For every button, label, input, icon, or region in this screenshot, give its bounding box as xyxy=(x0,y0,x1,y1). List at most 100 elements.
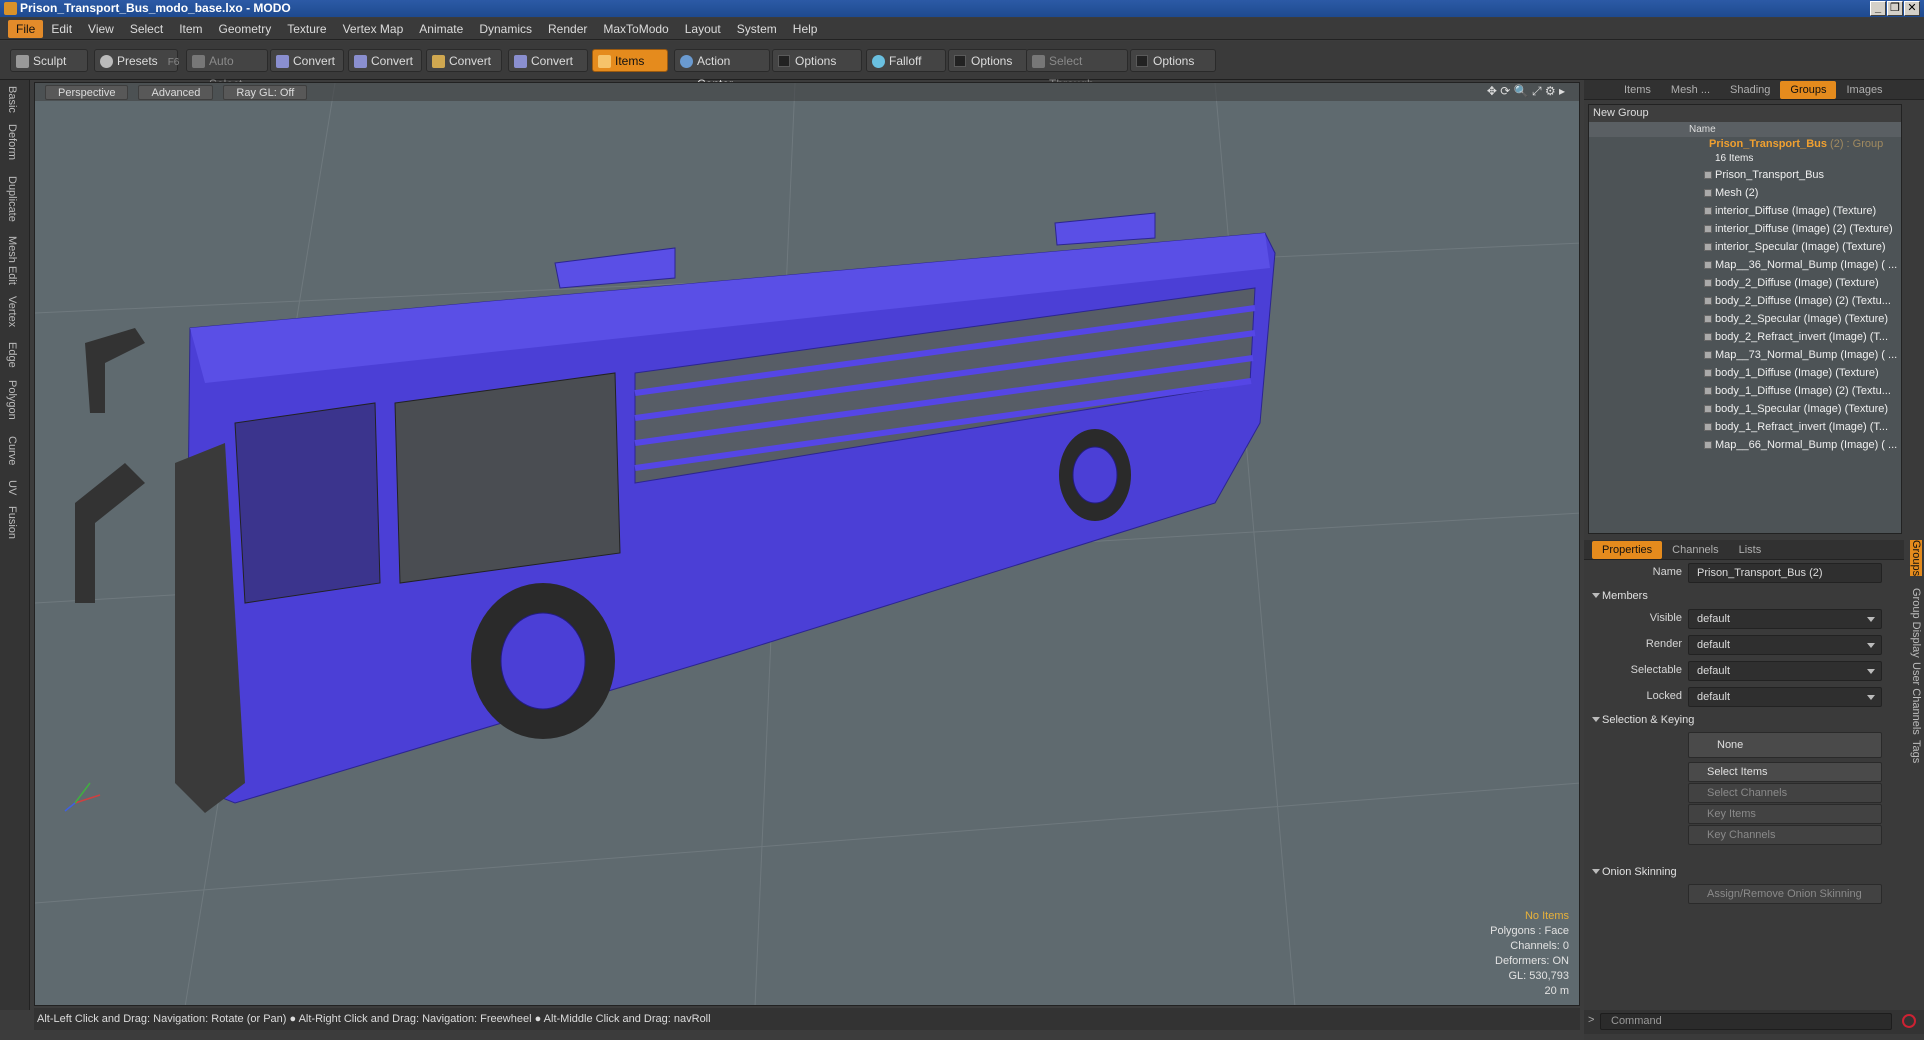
locked-dropdown[interactable]: default xyxy=(1688,687,1882,707)
tab-mesh-edit[interactable]: Mesh Edit xyxy=(6,236,18,285)
tab-vertex[interactable]: Vertex xyxy=(6,296,18,327)
tab-curve[interactable]: Curve xyxy=(6,436,18,465)
tab-images[interactable]: Images xyxy=(1836,84,1892,96)
tab-polygon[interactable]: Polygon xyxy=(6,380,18,420)
options-button-2[interactable]: Options xyxy=(948,49,1028,72)
advanced-shading-button[interactable]: Advanced xyxy=(138,84,214,100)
tree-item[interactable]: body_1_Specular (Image) (Texture) xyxy=(1589,400,1901,418)
selection-keying-section[interactable]: Selection & Keying xyxy=(1588,710,1902,730)
sculpt-button[interactable]: Sculpt xyxy=(10,49,88,72)
convert-button-3[interactable]: Convert xyxy=(426,49,502,72)
menu-file[interactable]: File xyxy=(8,19,44,38)
presets-button[interactable]: Presets F6 xyxy=(94,49,179,72)
tree-item[interactable]: interior_Diffuse (Image) (Texture) xyxy=(1589,202,1901,220)
tab-tags[interactable]: Tags xyxy=(1910,740,1922,763)
record-icon[interactable] xyxy=(1902,1014,1916,1028)
tree-item[interactable]: Prison_Transport_Bus xyxy=(1589,166,1901,184)
tab-shading[interactable]: Shading xyxy=(1720,84,1780,96)
convert-button-4[interactable]: Convert xyxy=(508,49,588,72)
menu-layout[interactable]: Layout xyxy=(677,20,729,38)
convert-button-2[interactable]: Convert xyxy=(348,49,422,72)
tab-groups-side[interactable]: Groups xyxy=(1910,540,1922,577)
tab-groups[interactable]: Groups xyxy=(1780,80,1837,99)
perspective-button[interactable]: Perspective xyxy=(45,84,129,100)
tab-edge[interactable]: Edge xyxy=(6,342,18,368)
key-items-button[interactable]: Key Items xyxy=(1688,804,1882,824)
falloff-button[interactable]: Falloff xyxy=(866,49,946,72)
tree-item-label: interior_Diffuse (Image) (Texture) xyxy=(1715,205,1877,217)
auto-select-button[interactable]: Auto Select xyxy=(186,49,268,91)
tree-item[interactable]: body_1_Diffuse (Image) (Texture) xyxy=(1589,364,1901,382)
close-button[interactable]: ✕ xyxy=(1904,1,1920,16)
menu-render[interactable]: Render xyxy=(540,20,595,38)
minimize-button[interactable]: _ xyxy=(1870,1,1886,16)
selectable-dropdown[interactable]: default xyxy=(1688,661,1882,681)
key-channels-button[interactable]: Key Channels xyxy=(1688,825,1882,845)
tree-item[interactable]: body_2_Refract_invert (Image) (T... xyxy=(1589,328,1901,346)
assign-onion-button[interactable]: Assign/Remove Onion Skinning xyxy=(1688,884,1882,904)
tree-item[interactable]: Map__36_Normal_Bump (Image) ( ... xyxy=(1589,256,1901,274)
command-input[interactable]: Command xyxy=(1600,1013,1892,1030)
action-center-button[interactable]: Action Center xyxy=(674,49,770,91)
menu-view[interactable]: View xyxy=(80,20,122,38)
tab-uv[interactable]: UV xyxy=(6,480,18,495)
name-column-header[interactable]: Name xyxy=(1689,124,1716,135)
tree-item[interactable]: interior_Specular (Image) (Texture) xyxy=(1589,238,1901,256)
tab-user-channels[interactable]: User Channels xyxy=(1910,662,1922,735)
tree-item[interactable]: Mesh (2) xyxy=(1589,184,1901,202)
tab-group-display[interactable]: Group Display xyxy=(1910,588,1922,658)
select-items-button[interactable]: Select Items xyxy=(1688,762,1882,782)
tree-item[interactable]: Map__73_Normal_Bump (Image) ( ... xyxy=(1589,346,1901,364)
menu-animate[interactable]: Animate xyxy=(411,20,471,38)
restore-button[interactable]: ❐ xyxy=(1887,1,1903,16)
menu-item[interactable]: Item xyxy=(171,20,210,38)
menu-vertex-map[interactable]: Vertex Map xyxy=(335,20,412,38)
viewport-nav-icons[interactable]: ✥ ⟳ 🔍 ⤢ ⚙ ▸ xyxy=(1487,84,1565,99)
tree-item[interactable]: body_2_Diffuse (Image) (Texture) xyxy=(1589,274,1901,292)
members-section[interactable]: Members xyxy=(1588,586,1902,606)
menu-maxtomodo[interactable]: MaxToModo xyxy=(595,20,676,38)
tree-item[interactable]: body_2_Diffuse (Image) (2) (Textu... xyxy=(1589,292,1901,310)
menu-geometry[interactable]: Geometry xyxy=(211,20,280,38)
visible-dropdown[interactable]: default xyxy=(1688,609,1882,629)
tab-lists[interactable]: Lists xyxy=(1729,544,1772,556)
tab-channels[interactable]: Channels xyxy=(1662,544,1728,556)
none-button[interactable]: None xyxy=(1688,732,1882,758)
menu-texture[interactable]: Texture xyxy=(279,20,334,38)
3d-viewport[interactable]: Perspective Advanced Ray GL: Off ✥ ⟳ 🔍 ⤢… xyxy=(34,82,1580,1006)
new-group-button[interactable]: New Group xyxy=(1589,105,1901,122)
tab-fusion[interactable]: Fusion xyxy=(6,506,18,539)
tab-duplicate[interactable]: Duplicate xyxy=(6,176,18,222)
menu-edit[interactable]: Edit xyxy=(43,20,80,38)
items-mode-button[interactable]: Items xyxy=(592,49,668,72)
tree-item[interactable]: body_2_Specular (Image) (Texture) xyxy=(1589,310,1901,328)
tab-properties[interactable]: Properties xyxy=(1592,540,1663,559)
convert-button-1[interactable]: Convert xyxy=(270,49,344,72)
tree-item[interactable]: body_1_Diffuse (Image) (2) (Textu... xyxy=(1589,382,1901,400)
name-field[interactable]: Prison_Transport_Bus (2) xyxy=(1688,563,1882,583)
tab-items[interactable]: Items xyxy=(1614,84,1661,96)
action-center-icon xyxy=(680,55,693,68)
convert-label: Convert xyxy=(371,54,414,68)
tree-item[interactable]: Map__66_Normal_Bump (Image) ( ... xyxy=(1589,436,1901,454)
tab-basic[interactable]: Basic xyxy=(6,86,18,113)
select-through-button[interactable]: Select Through xyxy=(1026,49,1128,91)
left-tool-tabs: Basic Deform Duplicate Mesh Edit Vertex … xyxy=(0,80,30,1010)
tab-mesh[interactable]: Mesh ... xyxy=(1661,84,1720,96)
group-row[interactable]: Prison_Transport_Bus (2) : Group xyxy=(1589,137,1901,152)
onion-skinning-section[interactable]: Onion Skinning xyxy=(1588,862,1902,882)
menu-system[interactable]: System xyxy=(729,20,785,38)
tab-deform[interactable]: Deform xyxy=(6,124,18,160)
selectable-label: Selectable xyxy=(1630,664,1682,676)
select-channels-button[interactable]: Select Channels xyxy=(1688,783,1882,803)
texture-icon xyxy=(1704,333,1712,341)
render-dropdown[interactable]: default xyxy=(1688,635,1882,655)
tree-item[interactable]: interior_Diffuse (Image) (2) (Texture) xyxy=(1589,220,1901,238)
options-button-3[interactable]: Options xyxy=(1130,49,1216,72)
options-button-1[interactable]: Options xyxy=(772,49,862,72)
menu-dynamics[interactable]: Dynamics xyxy=(471,20,540,38)
raygl-button[interactable]: Ray GL: Off xyxy=(223,84,308,100)
menu-help[interactable]: Help xyxy=(785,20,826,38)
tree-item[interactable]: body_1_Refract_invert (Image) (T... xyxy=(1589,418,1901,436)
menu-select[interactable]: Select xyxy=(122,20,171,38)
